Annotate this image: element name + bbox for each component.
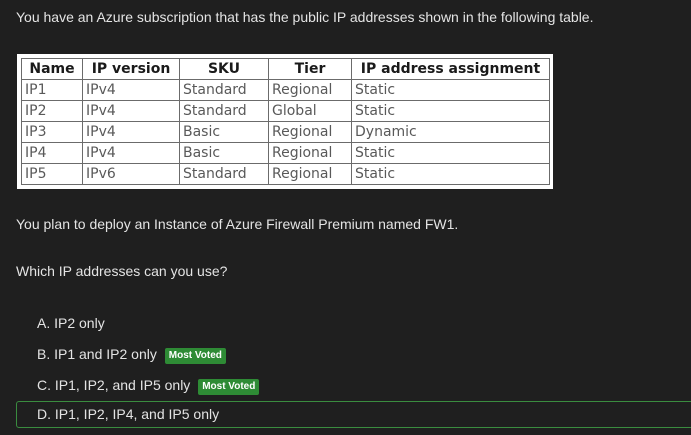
answer-option-label: B. IP1 and IP2 only [37, 346, 157, 362]
ip-address-table: Name IP version SKU Tier IP address assi… [21, 58, 550, 185]
cell-tier: Regional [268, 121, 352, 143]
answer-option-b[interactable]: B. IP1 and IP2 only Most Voted [16, 341, 691, 368]
cell-ip-assignment: Static [351, 163, 550, 185]
cell-name: IP2 [21, 100, 83, 122]
cell-tier: Global [268, 100, 352, 122]
cell-ip-version: IPv4 [82, 100, 180, 122]
cell-ip-assignment: Dynamic [351, 121, 550, 143]
cell-sku: Basic [179, 121, 269, 143]
cell-sku: Standard [179, 79, 269, 101]
cell-ip-assignment: Static [351, 79, 550, 101]
cell-ip-version: IPv4 [82, 142, 180, 164]
cell-name: IP1 [21, 79, 83, 101]
table-header-row: Name IP version SKU Tier IP address assi… [21, 58, 550, 80]
table-row: IP3 IPv4 Basic Regional Dynamic [21, 121, 550, 143]
header-ip-version: IP version [82, 58, 180, 80]
answer-option-label: C. IP1, IP2, and IP5 only [37, 377, 191, 393]
most-voted-badge: Most Voted [164, 348, 226, 364]
cell-ip-version: IPv4 [82, 121, 180, 143]
cell-sku: Standard [179, 100, 269, 122]
cell-sku: Basic [179, 142, 269, 164]
most-voted-badge: Most Voted [198, 379, 260, 395]
answer-option-c[interactable]: C. IP1, IP2, and IP5 only Most Voted [16, 372, 691, 399]
cell-ip-assignment: Static [351, 100, 550, 122]
cell-tier: Regional [268, 142, 352, 164]
question-plan-text: You plan to deploy an Instance of Azure … [16, 216, 459, 232]
table-row: IP1 IPv4 Standard Regional Static [21, 79, 550, 101]
cell-tier: Regional [268, 79, 352, 101]
table-row: IP5 IPv6 Standard Regional Static [21, 163, 550, 185]
cell-ip-version: IPv4 [82, 79, 180, 101]
header-sku: SKU [179, 58, 269, 80]
cell-sku: Standard [179, 163, 269, 185]
ip-address-table-image: Name IP version SKU Tier IP address assi… [17, 54, 553, 189]
table-row: IP4 IPv4 Basic Regional Static [21, 142, 550, 164]
cell-ip-version: IPv6 [82, 163, 180, 185]
table-row: IP2 IPv4 Standard Global Static [21, 100, 550, 122]
answer-option-label: A. IP2 only [37, 315, 105, 331]
cell-tier: Regional [268, 163, 352, 185]
cell-ip-assignment: Static [351, 142, 550, 164]
cell-name: IP4 [21, 142, 83, 164]
cell-name: IP3 [21, 121, 83, 143]
cell-name: IP5 [21, 163, 83, 185]
header-ip-assignment: IP address assignment [351, 58, 550, 80]
answer-option-a[interactable]: A. IP2 only [16, 310, 691, 337]
question-intro-text: You have an Azure subscription that has … [16, 9, 594, 25]
header-name: Name [21, 58, 83, 80]
header-tier: Tier [268, 58, 352, 80]
answer-option-d[interactable]: D. IP1, IP2, IP4, and IP5 only [16, 401, 691, 428]
answer-option-label: D. IP1, IP2, IP4, and IP5 only [37, 406, 220, 422]
question-prompt-text: Which IP addresses can you use? [16, 263, 228, 279]
